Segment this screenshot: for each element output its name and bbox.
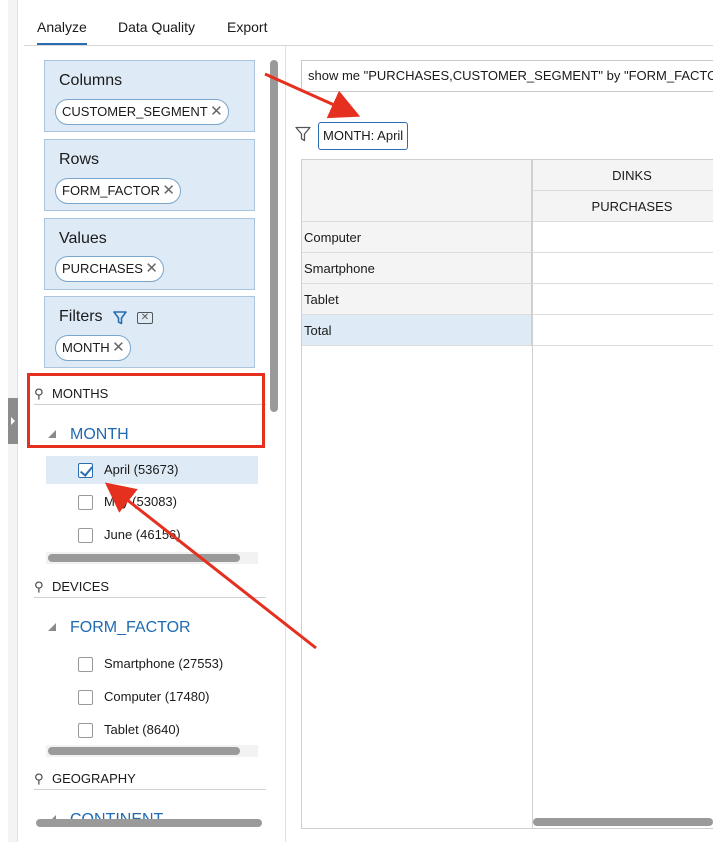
divider [34, 789, 266, 790]
row-header-tablet[interactable]: Tablet [302, 284, 532, 315]
form-factor-level-label: FORM_FACTOR [70, 619, 191, 636]
data-cell [532, 222, 713, 253]
member-smartphone[interactable]: Smartphone (27553) [46, 650, 258, 678]
member-june[interactable]: June (46156) [46, 521, 258, 549]
app-root: Analyze Data Quality Export Columns CUST… [0, 0, 713, 842]
hierarchy-icon: ⚲ [34, 579, 44, 594]
data-cell [532, 315, 713, 346]
columns-well[interactable]: Columns CUSTOMER_SEGMENT ✕ [44, 60, 255, 132]
filters-well-title: Filters [59, 308, 103, 325]
form-factor-level[interactable]: FORM_FACTOR [48, 619, 191, 637]
devices-hierarchy-label: DEVICES [52, 579, 110, 594]
member-label: Tablet (8640) [104, 722, 180, 737]
filter-icon[interactable] [113, 311, 127, 325]
divider [34, 597, 266, 598]
columns-pill[interactable]: CUSTOMER_SEGMENT ✕ [55, 99, 229, 125]
rows-well[interactable]: Rows FORM_FACTOR ✕ [44, 139, 255, 211]
filters-well[interactable]: Filters ✕ MONTH ✕ [44, 296, 255, 368]
data-cell [532, 253, 713, 284]
member-label: June (46156) [104, 527, 181, 542]
remove-filters-pill-icon[interactable]: ✕ [112, 336, 125, 360]
measure-header[interactable]: PURCHASES [532, 191, 713, 222]
left-panel-scrollbar[interactable] [270, 60, 278, 412]
values-well[interactable]: Values PURCHASES ✕ [44, 218, 255, 290]
row-header-total[interactable]: Total [302, 315, 532, 346]
pivot-grid: DINKS PURCHASES Computer Smartphone Tabl… [301, 159, 713, 829]
member-april[interactable]: April (53673) [46, 456, 258, 484]
checkbox-tablet[interactable] [78, 723, 93, 738]
checkbox-april[interactable] [78, 463, 93, 478]
rows-well-title: Rows [59, 151, 100, 168]
member-label: Computer (17480) [104, 689, 210, 704]
data-cell [532, 284, 713, 315]
grid-corner [302, 160, 532, 222]
query-input[interactable]: show me "PURCHASES,CUSTOMER_SEGMENT" by … [301, 60, 713, 92]
months-hscrollbar[interactable] [48, 554, 240, 562]
geography-hierarchy-label: GEOGRAPHY [52, 771, 136, 786]
devices-hierarchy-header[interactable]: ⚲ DEVICES [34, 579, 109, 595]
filter-icon [295, 126, 311, 142]
remove-rows-pill-icon[interactable]: ✕ [162, 179, 175, 203]
tab-export[interactable]: Export [227, 19, 267, 35]
grid-hscrollbar[interactable] [533, 818, 713, 826]
panel-collapse-handle[interactable] [8, 398, 18, 444]
month-filter-chip[interactable]: MONTH: April [318, 122, 409, 150]
remove-columns-pill-icon[interactable]: ✕ [210, 100, 223, 124]
clear-filters-icon[interactable]: ✕ [137, 312, 153, 324]
collapse-triangle-icon[interactable] [48, 623, 56, 631]
hierarchy-icon: ⚲ [34, 771, 44, 786]
values-well-title: Values [59, 230, 107, 247]
member-label: Smartphone (27553) [104, 656, 224, 671]
tab-data-quality[interactable]: Data Quality [118, 19, 195, 35]
tab-analyze[interactable]: Analyze [37, 19, 87, 45]
highlight-box [27, 373, 265, 448]
columns-pill-label: CUSTOMER_SEGMENT [62, 104, 208, 119]
columns-well-title: Columns [59, 72, 123, 89]
values-pill[interactable]: PURCHASES ✕ [55, 256, 164, 282]
checkbox-computer[interactable] [78, 690, 93, 705]
filters-pill-label: MONTH [62, 340, 110, 355]
grid-divider [532, 160, 533, 828]
checkbox-may[interactable] [78, 495, 93, 510]
member-may[interactable]: May (53083) [46, 488, 258, 516]
row-header-smartphone[interactable]: Smartphone [302, 253, 532, 284]
member-label: May (53083) [104, 494, 177, 509]
filters-pill[interactable]: MONTH ✕ [55, 335, 131, 361]
member-computer[interactable]: Computer (17480) [46, 683, 258, 711]
rows-pill-label: FORM_FACTOR [62, 183, 160, 198]
checkbox-smartphone[interactable] [78, 657, 93, 672]
panel-divider[interactable] [285, 46, 286, 842]
remove-values-pill-icon[interactable]: ✕ [145, 257, 158, 281]
rows-pill[interactable]: FORM_FACTOR ✕ [55, 178, 181, 204]
column-group-header[interactable]: DINKS [532, 160, 713, 191]
geography-hierarchy-header[interactable]: ⚲ GEOGRAPHY [34, 771, 136, 787]
devices-hierarchy: ⚲ DEVICES FORM_FACTOR Smartphone (27553) … [34, 579, 266, 769]
left-panel-hscrollbar[interactable] [36, 819, 262, 827]
values-pill-label: PURCHASES [62, 261, 143, 276]
devices-hscrollbar[interactable] [48, 747, 240, 755]
member-label: April (53673) [104, 462, 179, 477]
row-header-computer[interactable]: Computer [302, 222, 532, 253]
member-tablet[interactable]: Tablet (8640) [46, 716, 258, 744]
tab-bar: Analyze Data Quality Export [24, 0, 713, 46]
checkbox-june[interactable] [78, 528, 93, 543]
